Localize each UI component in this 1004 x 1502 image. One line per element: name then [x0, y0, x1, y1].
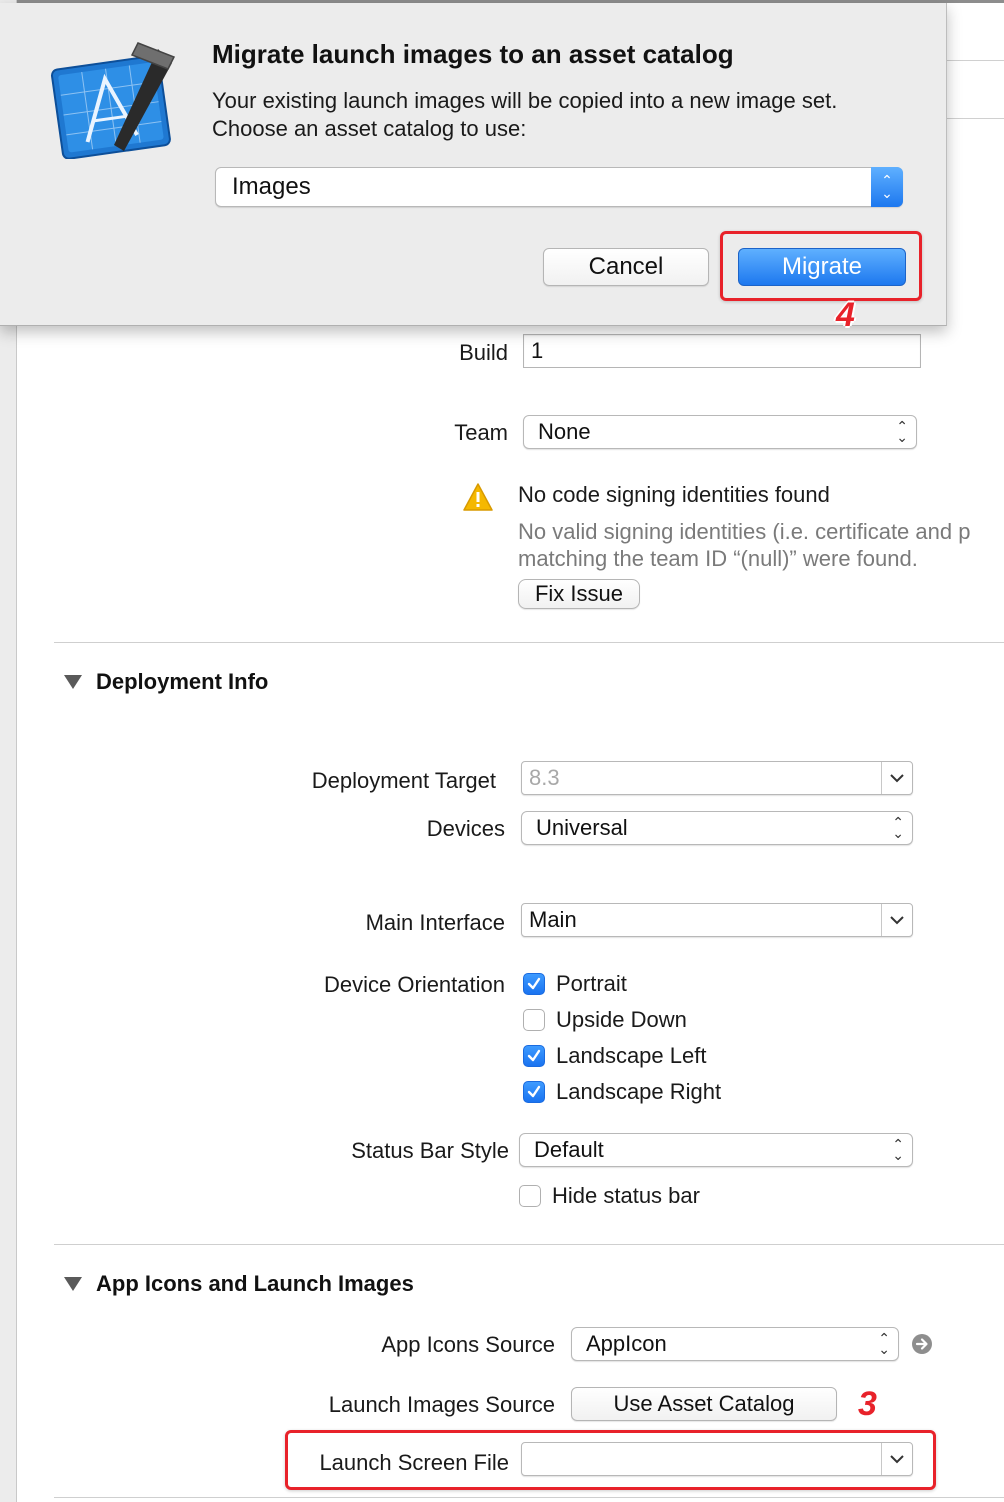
launch-screen-file-combo[interactable] — [521, 1442, 913, 1476]
section-divider — [54, 1244, 1004, 1245]
main-interface-combo[interactable]: Main — [521, 903, 913, 937]
app-icons-source-value: AppIcon — [586, 1331, 667, 1356]
chevron-down-icon[interactable] — [881, 1443, 912, 1475]
dialog-title: Migrate launch images to an asset catalo… — [212, 39, 734, 69]
launch-screen-file-label: Launch Screen File — [319, 1450, 509, 1475]
build-label: Build — [459, 340, 508, 365]
up-down-arrows-icon: ⌃ ⌄ — [896, 418, 908, 445]
app-icons-source-popup[interactable]: AppIcon ⌃ ⌄ — [571, 1327, 899, 1361]
chevron-down-icon[interactable] — [881, 904, 912, 936]
upside-down-label: Upside Down — [556, 1007, 687, 1032]
devices-label: Devices — [426, 816, 505, 841]
team-value: None — [538, 419, 591, 444]
up-down-arrows-icon: ⌃ ⌄ — [892, 814, 904, 841]
team-label: Team — [454, 420, 508, 445]
up-down-arrows-icon: ⌃ ⌄ — [871, 167, 903, 207]
upside-down-checkbox[interactable] — [523, 1009, 545, 1031]
up-down-arrows-icon: ⌃ ⌄ — [878, 1330, 890, 1357]
status-bar-style-popup[interactable]: Default ⌃ ⌄ — [519, 1133, 913, 1167]
main-interface-label: Main Interface — [365, 910, 505, 935]
section-divider — [54, 642, 1004, 643]
disclosure-triangle-icon[interactable] — [64, 675, 82, 689]
devices-popup[interactable]: Universal ⌃ ⌄ — [521, 811, 913, 845]
deployment-target-label: Deployment Target — [311, 768, 496, 793]
device-orientation-label: Device Orientation — [324, 972, 505, 997]
app-icons-source-label: App Icons Source — [381, 1332, 555, 1357]
section-divider — [54, 1497, 1004, 1498]
warning-title: No code signing identities found — [518, 482, 830, 507]
asset-catalog-popup[interactable]: Images ⌃ ⌄ — [215, 167, 903, 207]
status-bar-style-label: Status Bar Style — [351, 1138, 509, 1163]
callout-number-3: 3 — [858, 1385, 877, 1423]
deployment-target-combo[interactable]: 8.3 — [521, 761, 913, 795]
go-to-arrow-icon[interactable] — [911, 1333, 933, 1360]
fix-issue-button[interactable]: Fix Issue — [518, 579, 640, 609]
callout-number-4: 4 — [836, 296, 855, 334]
portrait-label: Portrait — [556, 971, 627, 996]
warning-detail: No valid signing identities (i.e. certif… — [518, 519, 971, 571]
landscape-left-checkbox[interactable] — [523, 1045, 545, 1067]
xcode-icon — [46, 39, 176, 164]
migrate-button[interactable]: Migrate — [738, 248, 906, 286]
asset-catalog-value: Images — [232, 173, 311, 200]
warning-icon — [462, 482, 494, 517]
team-popup[interactable]: None ⌃ ⌄ — [523, 415, 917, 449]
landscape-right-label: Landscape Right — [556, 1079, 722, 1104]
use-asset-catalog-button[interactable]: Use Asset Catalog — [571, 1387, 837, 1421]
up-down-arrows-icon: ⌃ ⌄ — [892, 1136, 904, 1163]
main-interface-value: Main — [529, 907, 577, 932]
portrait-checkbox[interactable] — [523, 973, 545, 995]
hide-status-bar-checkbox[interactable] — [519, 1185, 541, 1207]
header-divider — [946, 118, 1004, 119]
app-icons-section-title: App Icons and Launch Images — [96, 1271, 414, 1296]
dialog-message: Your existing launch images will be copi… — [212, 88, 838, 141]
deployment-target-value: 8.3 — [529, 765, 560, 790]
landscape-left-label: Landscape Left — [556, 1043, 707, 1068]
devices-value: Universal — [536, 815, 628, 840]
cancel-button[interactable]: Cancel — [543, 248, 709, 286]
deployment-info-title: Deployment Info — [96, 669, 269, 694]
header-divider — [946, 60, 1004, 61]
status-bar-style-value: Default — [534, 1137, 604, 1162]
disclosure-triangle-icon[interactable] — [64, 1277, 82, 1291]
migrate-dialog: Migrate launch images to an asset catalo… — [0, 3, 947, 326]
chevron-down-icon[interactable] — [881, 762, 912, 794]
launch-images-source-label: Launch Images Source — [328, 1392, 555, 1417]
landscape-right-checkbox[interactable] — [523, 1081, 545, 1103]
build-field[interactable]: 1 — [523, 334, 921, 368]
hide-status-bar-label: Hide status bar — [552, 1183, 700, 1208]
